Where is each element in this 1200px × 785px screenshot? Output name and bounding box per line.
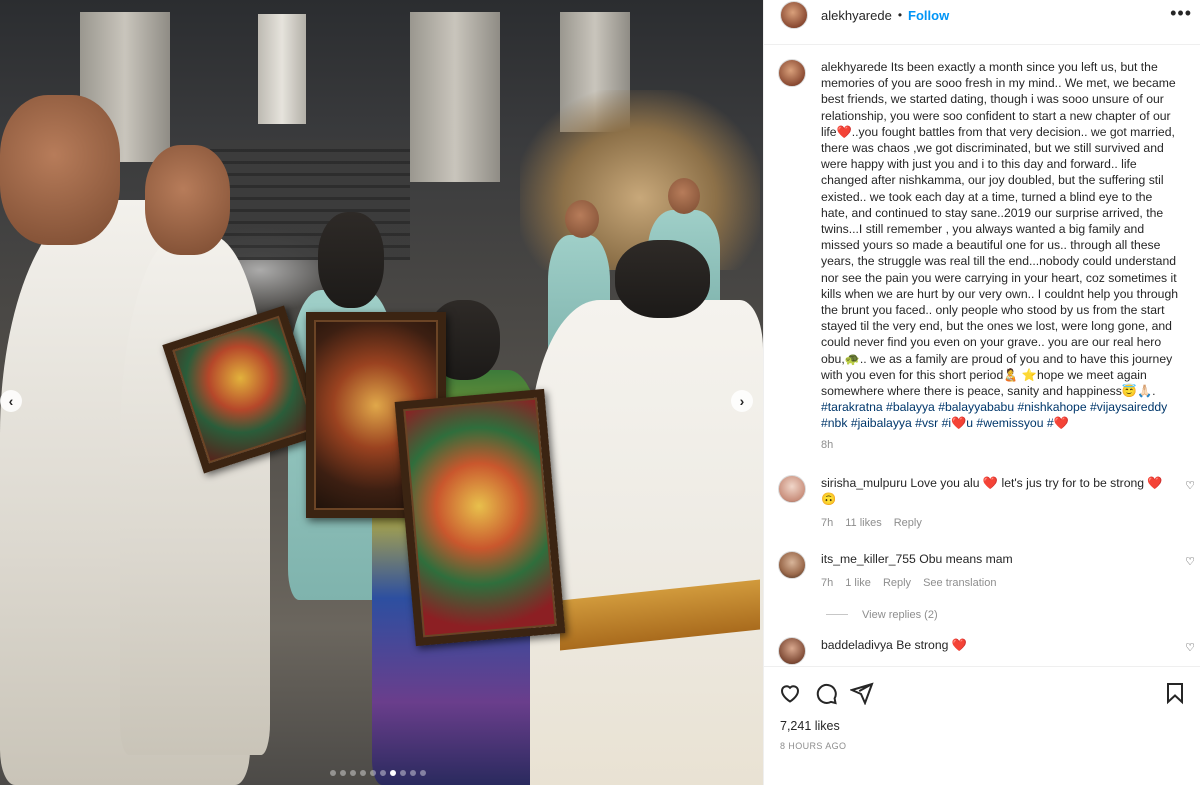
carousel-dot [360, 770, 366, 776]
carousel-dot [350, 770, 356, 776]
comment-text: Obu means mam [919, 551, 1013, 566]
post-sidebar: alekhyarede • Follow ••• alekhyarede Its… [763, 0, 1200, 785]
comment-likes[interactable]: 11 likes [845, 515, 881, 531]
carousel-dot-active [390, 770, 396, 776]
next-photo-button[interactable]: › [731, 390, 753, 412]
carousel-indicators [330, 770, 426, 776]
carousel-dot [420, 770, 426, 776]
comment-username[interactable]: its_me_killer_755 [821, 552, 916, 566]
share-plane-icon[interactable] [850, 681, 874, 705]
like-comment-heart-icon[interactable]: ♡ [1185, 641, 1195, 654]
comment-meta: 7h 1 like Reply See translation [821, 575, 1171, 591]
like-heart-icon[interactable] [778, 681, 802, 705]
carousel-dot [340, 770, 346, 776]
commenter-avatar[interactable] [778, 474, 806, 503]
like-comment-heart-icon[interactable]: ♡ [1185, 555, 1195, 568]
comment-time: 7h [821, 516, 834, 529]
comment: baddeladivya Be strong ❤️ ♡ [764, 636, 1200, 665]
hair [615, 240, 710, 318]
carousel-dot [400, 770, 406, 776]
reply-button[interactable]: Reply [883, 575, 911, 591]
carousel-dot [410, 770, 416, 776]
pillar [410, 12, 500, 182]
comment-time: 7h [821, 576, 834, 589]
post-header: alekhyarede • Follow ••• [764, 0, 1200, 30]
comment: sirisha_mulpuru Love you alu ❤️ let's ju… [764, 474, 1200, 531]
view-replies-label: View replies (2) [862, 608, 938, 621]
pillar [258, 14, 306, 124]
comment-body: its_me_killer_755 Obu means mam 7h 1 lik… [821, 551, 1171, 591]
author-avatar[interactable] [780, 1, 808, 29]
comment-body: baddeladivya Be strong ❤️ [821, 637, 1171, 665]
framed-painting [394, 388, 566, 647]
author-username[interactable]: alekhyarede [821, 8, 892, 23]
like-comment-heart-icon[interactable]: ♡ [1185, 479, 1195, 492]
hair [318, 212, 384, 308]
caption-username[interactable]: alekhyarede [821, 60, 887, 74]
save-bookmark-icon[interactable] [1163, 681, 1187, 705]
comment-meta: 7h 11 likes Reply [821, 515, 1171, 531]
chevron-left-icon: ‹ [8, 393, 14, 409]
post-photo[interactable]: ‹ › [0, 0, 763, 785]
post-actions: 7,241 likes 8 HOURS AGO [764, 666, 1200, 785]
face [668, 178, 700, 214]
separator: • [897, 8, 903, 22]
previous-photo-button[interactable]: ‹ [0, 390, 22, 412]
face [0, 95, 120, 245]
view-replies-button[interactable]: View replies (2) [826, 609, 1200, 621]
chevron-right-icon: › [739, 393, 745, 409]
author-avatar[interactable] [778, 59, 806, 87]
face [145, 145, 230, 255]
man-in-white [120, 235, 270, 755]
face [565, 200, 599, 238]
boy-in-dhoti [530, 300, 763, 785]
caption-time: 8h [821, 438, 834, 451]
post-caption: alekhyarede Its been exactly a month sin… [764, 45, 1200, 453]
post-timestamp: 8 HOURS AGO [780, 741, 847, 751]
comment: its_me_killer_755 Obu means mam 7h 1 lik… [764, 550, 1200, 591]
carousel-dot [380, 770, 386, 776]
caption-text: Its been exactly a month since you left … [821, 60, 1179, 399]
action-icons [764, 667, 1200, 705]
see-translation-button[interactable]: See translation [923, 575, 996, 591]
carousel-dot [330, 770, 336, 776]
comment-username[interactable]: sirisha_mulpuru [821, 476, 907, 490]
divider [826, 614, 848, 616]
caption-body: alekhyarede Its been exactly a month sin… [821, 59, 1181, 453]
commenter-avatar[interactable] [778, 550, 806, 579]
caption-hashtags[interactable]: #tarakratna #balayya #balayyababu #nishk… [821, 400, 1167, 430]
comments-section[interactable]: alekhyarede Its been exactly a month sin… [764, 44, 1200, 666]
reply-button[interactable]: Reply [894, 515, 922, 531]
more-options-icon[interactable]: ••• [1170, 3, 1192, 24]
comment-body: sirisha_mulpuru Love you alu ❤️ let's ju… [821, 475, 1171, 531]
comment-likes[interactable]: 1 like [845, 575, 871, 591]
comment-bubble-icon[interactable] [814, 681, 838, 705]
likes-count[interactable]: 7,241 likes [764, 705, 1200, 733]
commenter-avatar[interactable] [778, 636, 806, 665]
follow-button[interactable]: Follow [908, 8, 949, 23]
carousel-dot [370, 770, 376, 776]
comment-username[interactable]: baddeladivya [821, 638, 893, 652]
comment-text: Be strong ❤️ [896, 637, 967, 652]
